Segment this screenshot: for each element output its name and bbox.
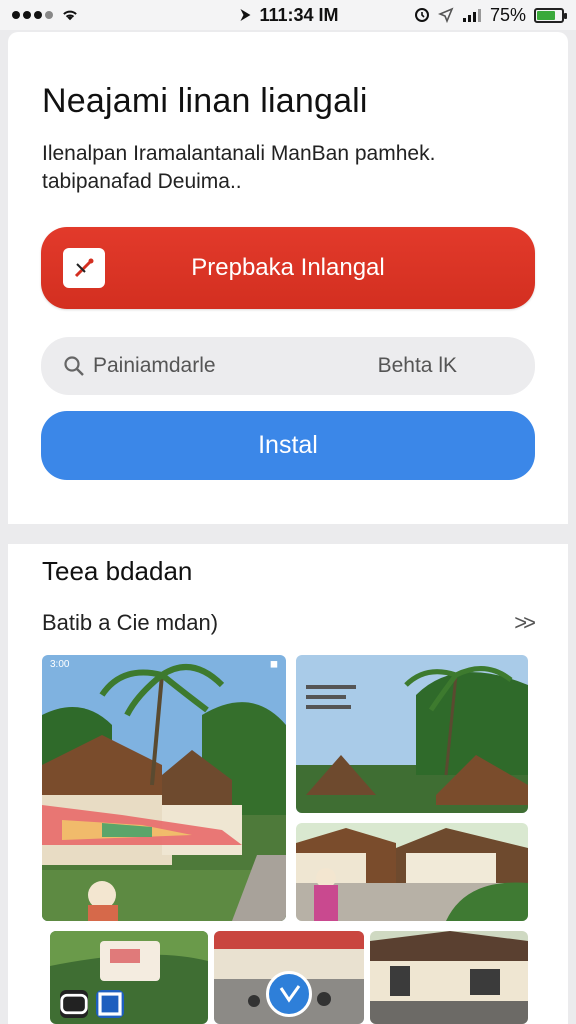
screenshot-4-chat-icon: [60, 990, 88, 1018]
location-arrow-icon: [240, 9, 251, 21]
search-right-label: Behta lK: [377, 354, 457, 377]
screenshot-6[interactable]: [370, 931, 528, 1024]
app-logo-icon: [63, 248, 105, 288]
app-header-card: Neajami linan liangali Ilenalpan Iramala…: [8, 32, 568, 524]
cellular-bars-icon: [462, 9, 481, 22]
app-title: Neajami linan liangali: [42, 82, 368, 120]
section-title: Teea bdadan: [42, 556, 193, 586]
screenshot-3[interactable]: [296, 823, 528, 921]
screenshot-5-play-icon: [266, 971, 312, 1017]
screenshot-4-share-icon: [96, 990, 124, 1018]
app-description: Ilenalpan Iramalantanali ManBan pamhek. …: [42, 142, 436, 193]
status-time: 111:34 IM: [237, 4, 339, 26]
subsection-label: Batib a Cie mdan): [42, 610, 219, 635]
primary-action-label: Prepbaka Inlangal: [191, 254, 385, 281]
screenshots-section: Teea bdadan Batib a Cie mdan) >> 3:00 ◼: [8, 544, 568, 1024]
battery-icon: [534, 7, 567, 23]
screenshot-2[interactable]: [296, 655, 528, 813]
status-right: 75%: [414, 4, 567, 26]
install-label: Instal: [258, 431, 318, 459]
screenshot-1[interactable]: 3:00 ◼: [42, 655, 286, 921]
search-placeholder: Painiamdarle: [93, 354, 216, 377]
screenshot-4-controls: [60, 990, 124, 1018]
screenshot-4[interactable]: [50, 931, 208, 1024]
primary-action-button[interactable]: Prepbaka Inlangal: [41, 227, 535, 309]
screenshot-5[interactable]: [214, 931, 364, 1024]
search-input[interactable]: Painiamdarle Behta lK: [41, 337, 535, 395]
status-left: [12, 8, 79, 22]
alarm-icon: [414, 8, 429, 22]
screenshot-1-status: 3:00 ◼: [50, 659, 278, 670]
navigation-icon: [437, 7, 454, 23]
screenshot-1-battery-icon: ◼: [269, 659, 278, 670]
wifi-icon: [63, 10, 77, 21]
chevron-double-right-icon[interactable]: >>: [514, 610, 536, 636]
battery-percent: 75%: [489, 4, 526, 25]
search-icon: [64, 356, 84, 376]
status-bar: 111:34 IM 75%: [0, 0, 576, 30]
status-time-text: 111:34 IM: [259, 4, 339, 25]
install-button[interactable]: Instal: [41, 411, 535, 480]
signal-dots-icon: [12, 11, 53, 19]
subsection-row[interactable]: Batib a Cie mdan) >>: [42, 610, 536, 636]
screenshot-1-time: 3:00: [50, 659, 70, 670]
